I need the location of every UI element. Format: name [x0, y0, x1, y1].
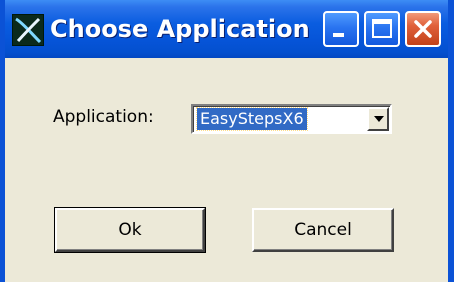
app-logo-icon [12, 14, 44, 46]
close-button[interactable] [405, 11, 441, 47]
minimize-button[interactable] [323, 11, 359, 47]
maximize-icon [372, 19, 392, 38]
application-label: Application: [53, 107, 154, 127]
title-bar[interactable]: Choose Application [5, 0, 448, 58]
close-icon [414, 20, 432, 38]
window-title: Choose Application [50, 15, 310, 43]
cancel-button[interactable]: Cancel [252, 208, 394, 252]
dropdown-arrow-button[interactable] [367, 107, 389, 131]
application-selected-value[interactable]: EasyStepsX6 [196, 107, 308, 131]
choose-application-dialog: Choose Application Application: EasyStep… [0, 0, 454, 282]
application-dropdown[interactable]: EasyStepsX6 [191, 104, 392, 134]
ok-button[interactable]: Ok [54, 207, 206, 253]
maximize-button[interactable] [364, 11, 400, 47]
chevron-down-icon [374, 116, 384, 122]
minimize-icon [333, 33, 344, 37]
